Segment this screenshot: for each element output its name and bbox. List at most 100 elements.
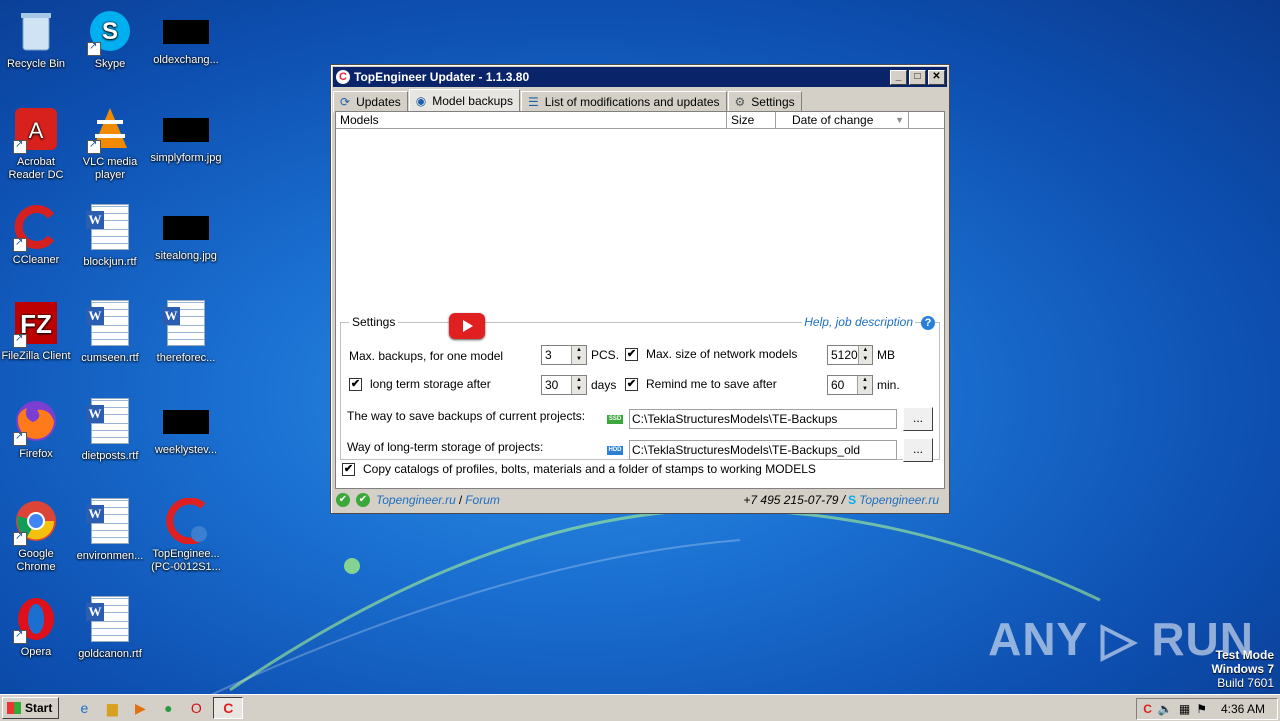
longterm-path-field[interactable]: C:\TeklaStructuresModels\TE-Backups_old (629, 440, 897, 460)
word-doc-icon: W (86, 300, 129, 346)
desktop-icon-goldcanon[interactable]: W goldcanon.rtf (72, 596, 148, 661)
check-ok-icon: ✔ (356, 493, 370, 507)
desktop-icon-label: blockjun.rtf (83, 256, 137, 268)
remind-stepper[interactable]: 60 ▲ ▼ (827, 375, 873, 395)
copy-catalogs-label: Copy catalogs of profiles, bolts, materi… (363, 462, 816, 476)
topengineer-tray-icon[interactable]: C (1143, 702, 1152, 716)
tab-label: List of modifications and updates (544, 95, 720, 109)
site-link[interactable]: Topengineer.ru (376, 493, 456, 507)
volume-icon[interactable]: 🔈 (1158, 702, 1173, 716)
test-mode-line1: Test Mode (1215, 648, 1274, 662)
desktop-icon-topengineer[interactable]: TopEnginee... (PC-0012S1... (148, 497, 224, 574)
hdd-icon: HDD (607, 445, 623, 455)
stepper-down-icon[interactable]: ▼ (572, 355, 586, 364)
desktop-icon-label: goldcanon.rtf (78, 648, 142, 660)
stepper-up-icon[interactable]: ▲ (572, 376, 586, 385)
tab-label: Model backups (432, 94, 513, 108)
models-list[interactable] (336, 129, 944, 313)
network-icon[interactable]: ▦ (1179, 702, 1190, 716)
stepper-down-icon[interactable]: ▼ (858, 385, 872, 394)
skype-icon: S (87, 8, 133, 56)
model-backups-panel: Models Size Date of change ▼ Settings He… (335, 111, 945, 489)
desktop-icon-acrobat[interactable]: A Acrobat Reader DC (0, 106, 74, 182)
window-titlebar[interactable]: C TopEngineer Updater - 1.1.3.80 _ □ ✕ (333, 67, 947, 87)
tab-modifications-list[interactable]: ☰ List of modifications and updates (520, 91, 727, 113)
topengineer-taskbar-icon[interactable]: C (213, 697, 244, 719)
word-doc-icon: W (86, 498, 129, 544)
firefox-icon (13, 398, 59, 446)
desktop-icon-weeklystev[interactable]: weeklystev... (148, 398, 224, 457)
tab-updates[interactable]: ⟳ Updates (333, 91, 408, 113)
desktop-icon-vlc[interactable]: VLC media player (72, 106, 148, 182)
desktop-icon-ccleaner[interactable]: CCleaner (0, 204, 74, 267)
desktop-icon-oldexchang[interactable]: oldexchang... (148, 8, 224, 67)
explorer-folder-icon[interactable]: ▆ (101, 698, 123, 718)
stepper-up-icon[interactable]: ▲ (858, 376, 872, 385)
desktop-icon-dietposts[interactable]: W dietposts.rtf (72, 398, 148, 463)
longterm-path-browse-button[interactable]: ... (903, 438, 933, 462)
help-link[interactable]: Help, job description (802, 315, 915, 329)
skype-link[interactable]: Topengineer.ru (859, 493, 939, 507)
long-term-checkbox[interactable]: ✔ (349, 377, 362, 391)
test-mode-line3: Build 7601 (1217, 676, 1274, 690)
topengineer-icon (163, 497, 209, 545)
column-header-date[interactable]: Date of change ▼ (776, 112, 909, 128)
word-doc-icon: W (86, 596, 129, 642)
column-header-size[interactable]: Size (727, 112, 776, 128)
youtube-icon[interactable] (449, 313, 485, 339)
media-player-icon[interactable]: ▶ (129, 698, 151, 718)
desktop-icon-label: simplyform.jpg (150, 152, 222, 164)
ie-icon[interactable]: e (73, 698, 95, 718)
desktop-icon-blockjun[interactable]: W blockjun.rtf (72, 204, 148, 269)
column-header-models[interactable]: Models (336, 112, 727, 128)
start-button[interactable]: Start (2, 697, 60, 719)
opera-taskbar-icon[interactable]: O (185, 698, 207, 718)
desktop-icon-environmen[interactable]: W environmen... (72, 498, 148, 563)
status-separator: / (458, 493, 463, 507)
current-path-row: SSD C:\TeklaStructuresModels\TE-Backups … (607, 407, 933, 431)
current-path-field[interactable]: C:\TeklaStructuresModels\TE-Backups (629, 409, 897, 429)
stepper-up-icon[interactable]: ▲ (859, 346, 872, 355)
maximize-button[interactable]: □ (909, 69, 926, 85)
chrome-taskbar-icon[interactable]: ● (157, 698, 179, 718)
desktop-icon-skype[interactable]: S Skype (72, 8, 148, 71)
desktop-icon-chrome[interactable]: Google Chrome (0, 498, 74, 574)
remind-row: ✔ Remind me to save after (625, 377, 777, 391)
max-network-checkbox[interactable]: ✔ (625, 347, 638, 361)
forum-link[interactable]: Forum (465, 493, 500, 507)
tab-settings[interactable]: ⚙ Settings (727, 91, 802, 113)
max-network-stepper[interactable]: 5120 ▲ ▼ (827, 345, 873, 365)
help-icon[interactable]: ? (921, 316, 935, 330)
max-backups-stepper[interactable]: 3 ▲ ▼ (541, 345, 587, 365)
close-button[interactable]: ✕ (928, 69, 945, 85)
gear-icon: ⚙ (734, 95, 746, 109)
desktop-icon-thereforec[interactable]: W thereforec... (148, 300, 224, 365)
desktop-icon-cumseen[interactable]: W cumseen.rtf (72, 300, 148, 365)
remind-checkbox[interactable]: ✔ (625, 377, 638, 391)
desktop-icon-opera[interactable]: Opera (0, 596, 74, 659)
desktop-icon-firefox[interactable]: Firefox (0, 398, 74, 461)
remind-unit: min. (877, 378, 900, 392)
max-network-unit: MB (877, 348, 895, 362)
settings-legend: Settings (349, 315, 399, 329)
remind-control: 60 ▲ ▼ min. (827, 375, 900, 395)
desktop-icon-recycle-bin[interactable]: Recycle Bin (0, 8, 74, 71)
copy-catalogs-row: ✔ Copy catalogs of profiles, bolts, mate… (342, 462, 816, 476)
copy-catalogs-checkbox[interactable]: ✔ (342, 462, 355, 476)
desktop-icon-sitealong[interactable]: sitealong.jpg (148, 204, 224, 263)
stepper-down-icon[interactable]: ▼ (572, 385, 586, 394)
windows-logo-icon (7, 702, 21, 714)
filezilla-icon: FZ (13, 300, 59, 348)
flag-icon[interactable]: ⚑ (1196, 702, 1207, 716)
desktop-icon-simplyform[interactable]: simplyform.jpg (148, 106, 224, 165)
long-term-stepper[interactable]: 30 ▲ ▼ (541, 375, 587, 395)
minimize-button[interactable]: _ (890, 69, 907, 85)
desktop-icon-label: sitealong.jpg (155, 250, 217, 262)
desktop-icon-filezilla[interactable]: FZ FileZilla Client (0, 300, 74, 363)
stepper-down-icon[interactable]: ▼ (859, 355, 872, 364)
tab-model-backups[interactable]: ◉ Model backups (408, 89, 520, 113)
clock[interactable]: 4:36 AM (1221, 702, 1265, 716)
current-path-browse-button[interactable]: ... (903, 407, 933, 431)
stepper-up-icon[interactable]: ▲ (572, 346, 586, 355)
column-header-date-label: Date of change (792, 113, 874, 127)
